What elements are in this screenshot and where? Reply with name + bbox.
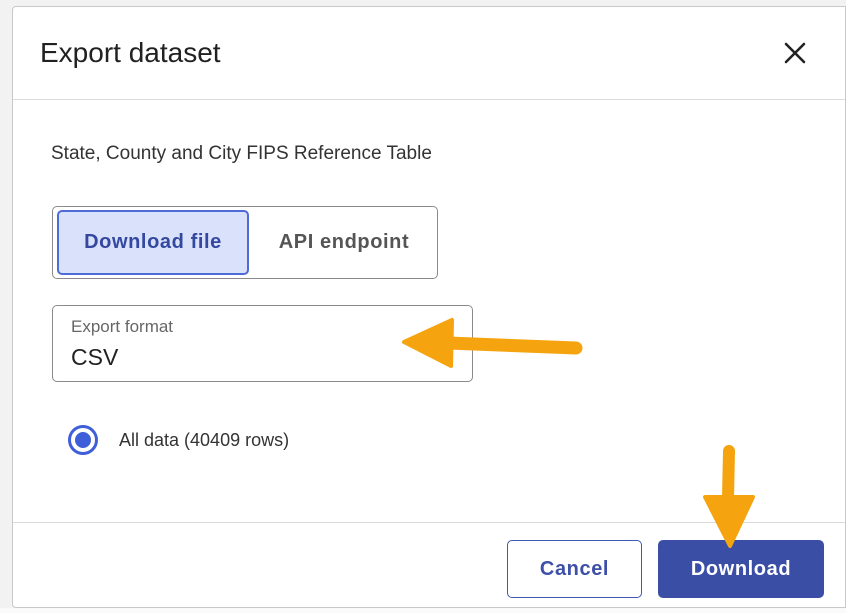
dialog-header: Export dataset [13,7,845,100]
export-dialog: Export dataset State, County and City FI… [12,6,846,608]
tab-download-file[interactable]: Download file [57,210,249,275]
close-button[interactable] [779,37,811,69]
dataset-name: State, County and City FIPS Reference Ta… [51,143,432,164]
background-strip [0,608,846,613]
all-data-radio[interactable] [68,425,98,455]
cancel-button[interactable]: Cancel [507,540,642,598]
all-data-label: All data (40409 rows) [119,429,290,450]
export-format-label: Export format [71,317,174,336]
export-mode-toggle: Download file API endpoint [52,206,438,279]
dialog-title: Export dataset [40,37,221,68]
close-icon [784,42,806,64]
all-data-option: All data (40409 rows) [68,425,289,455]
tab-api-endpoint[interactable]: API endpoint [253,210,435,275]
export-format-select[interactable]: Export format CSV [52,305,473,382]
footer-divider [13,522,845,523]
export-format-value: CSV [71,344,119,370]
download-button[interactable]: Download [658,540,824,598]
radio-selected-dot [75,432,91,448]
